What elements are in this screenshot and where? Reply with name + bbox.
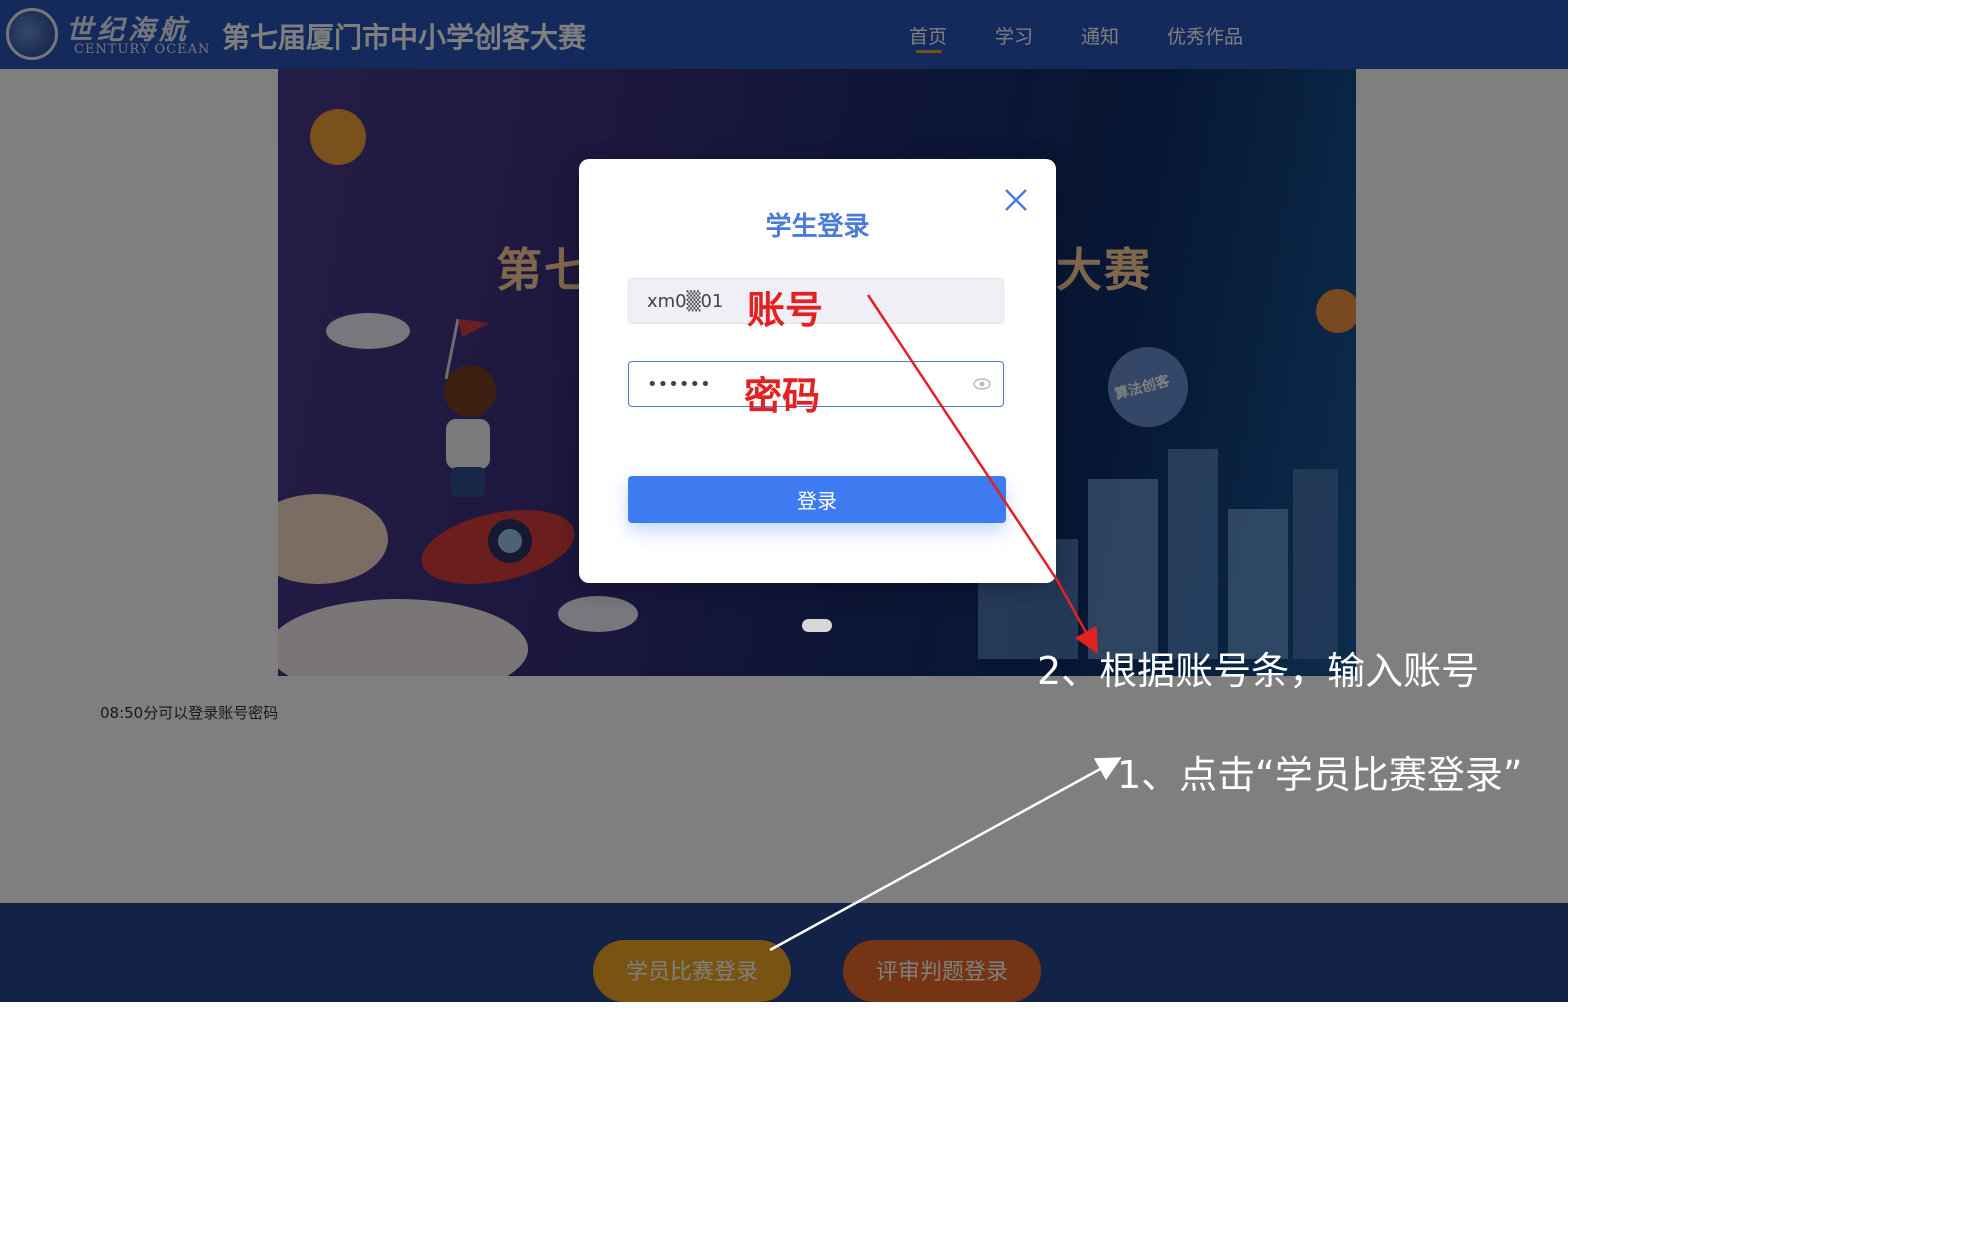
close-icon[interactable] bbox=[1003, 187, 1029, 213]
carousel-indicator[interactable] bbox=[802, 619, 832, 632]
dialog-title: 学生登录 bbox=[765, 212, 870, 242]
eye-icon[interactable] bbox=[973, 377, 991, 391]
annotation-step-2: 2、根据账号条，输入账号 bbox=[1037, 649, 1480, 693]
login-button[interactable]: 登录 bbox=[628, 476, 1006, 523]
annotation-account-label: 账号 bbox=[747, 288, 824, 332]
account-value: xm0▒01 bbox=[647, 291, 724, 312]
annotation-password-label: 密码 bbox=[744, 374, 821, 418]
annotation-step-1: 1、点击“学员比赛登录” bbox=[1117, 753, 1523, 797]
password-value: •••••• bbox=[647, 374, 711, 395]
